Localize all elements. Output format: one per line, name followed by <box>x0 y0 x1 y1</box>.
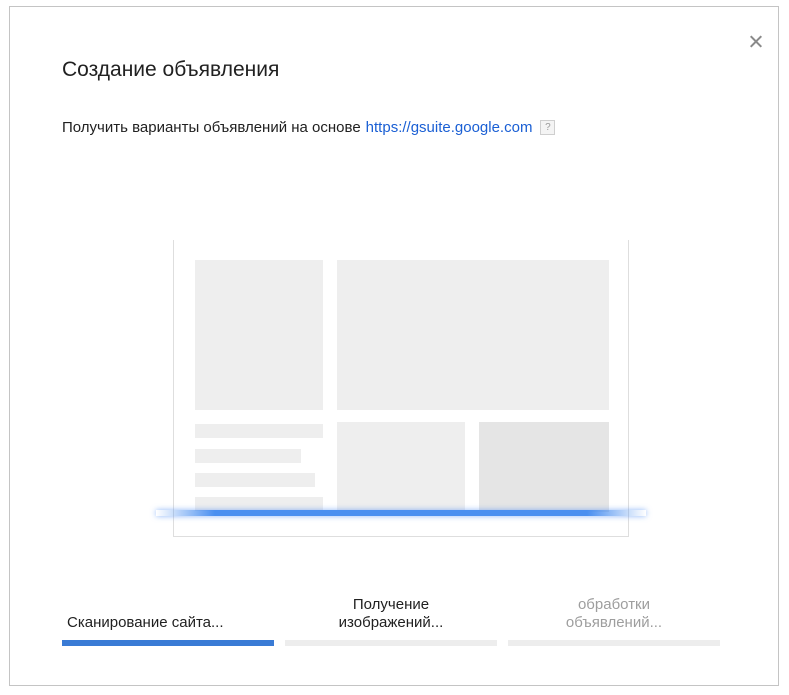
step-label: обработки объявлений... <box>565 596 663 631</box>
step-label: Получение изображений... <box>338 596 444 631</box>
step-getting-images: Получение изображений... <box>285 584 497 654</box>
site-url-link[interactable]: https://gsuite.google.com <box>366 119 533 136</box>
help-icon[interactable]: ? <box>540 120 556 135</box>
step-processing-ads: обработки объявлений... <box>508 584 720 654</box>
preview-text-line <box>195 424 323 438</box>
preview-main-image <box>337 260 609 410</box>
scan-line <box>156 510 646 516</box>
preview-card-1 <box>337 422 465 512</box>
preview-left-image <box>195 260 323 410</box>
dialog-subtitle: Получить варианты объявлений на основе h… <box>62 119 556 136</box>
step-progress-bar <box>508 640 720 646</box>
step-progress-bar <box>62 640 274 646</box>
close-icon[interactable] <box>747 33 765 51</box>
subtitle-text: Получить варианты объявлений на основе <box>62 119 361 136</box>
preview-fade <box>174 516 628 536</box>
step-progress-bar <box>285 640 497 646</box>
preview-card-2 <box>479 422 609 512</box>
step-label: Сканирование сайта... <box>67 614 224 631</box>
preview-text-line <box>195 497 323 511</box>
step-scanning-site: Сканирование сайта... <box>62 584 274 654</box>
preview-text-line <box>195 473 315 487</box>
preview-text-line <box>195 449 301 463</box>
ad-preview-illustration <box>173 240 629 537</box>
dialog-title: Создание объявления <box>62 58 280 81</box>
